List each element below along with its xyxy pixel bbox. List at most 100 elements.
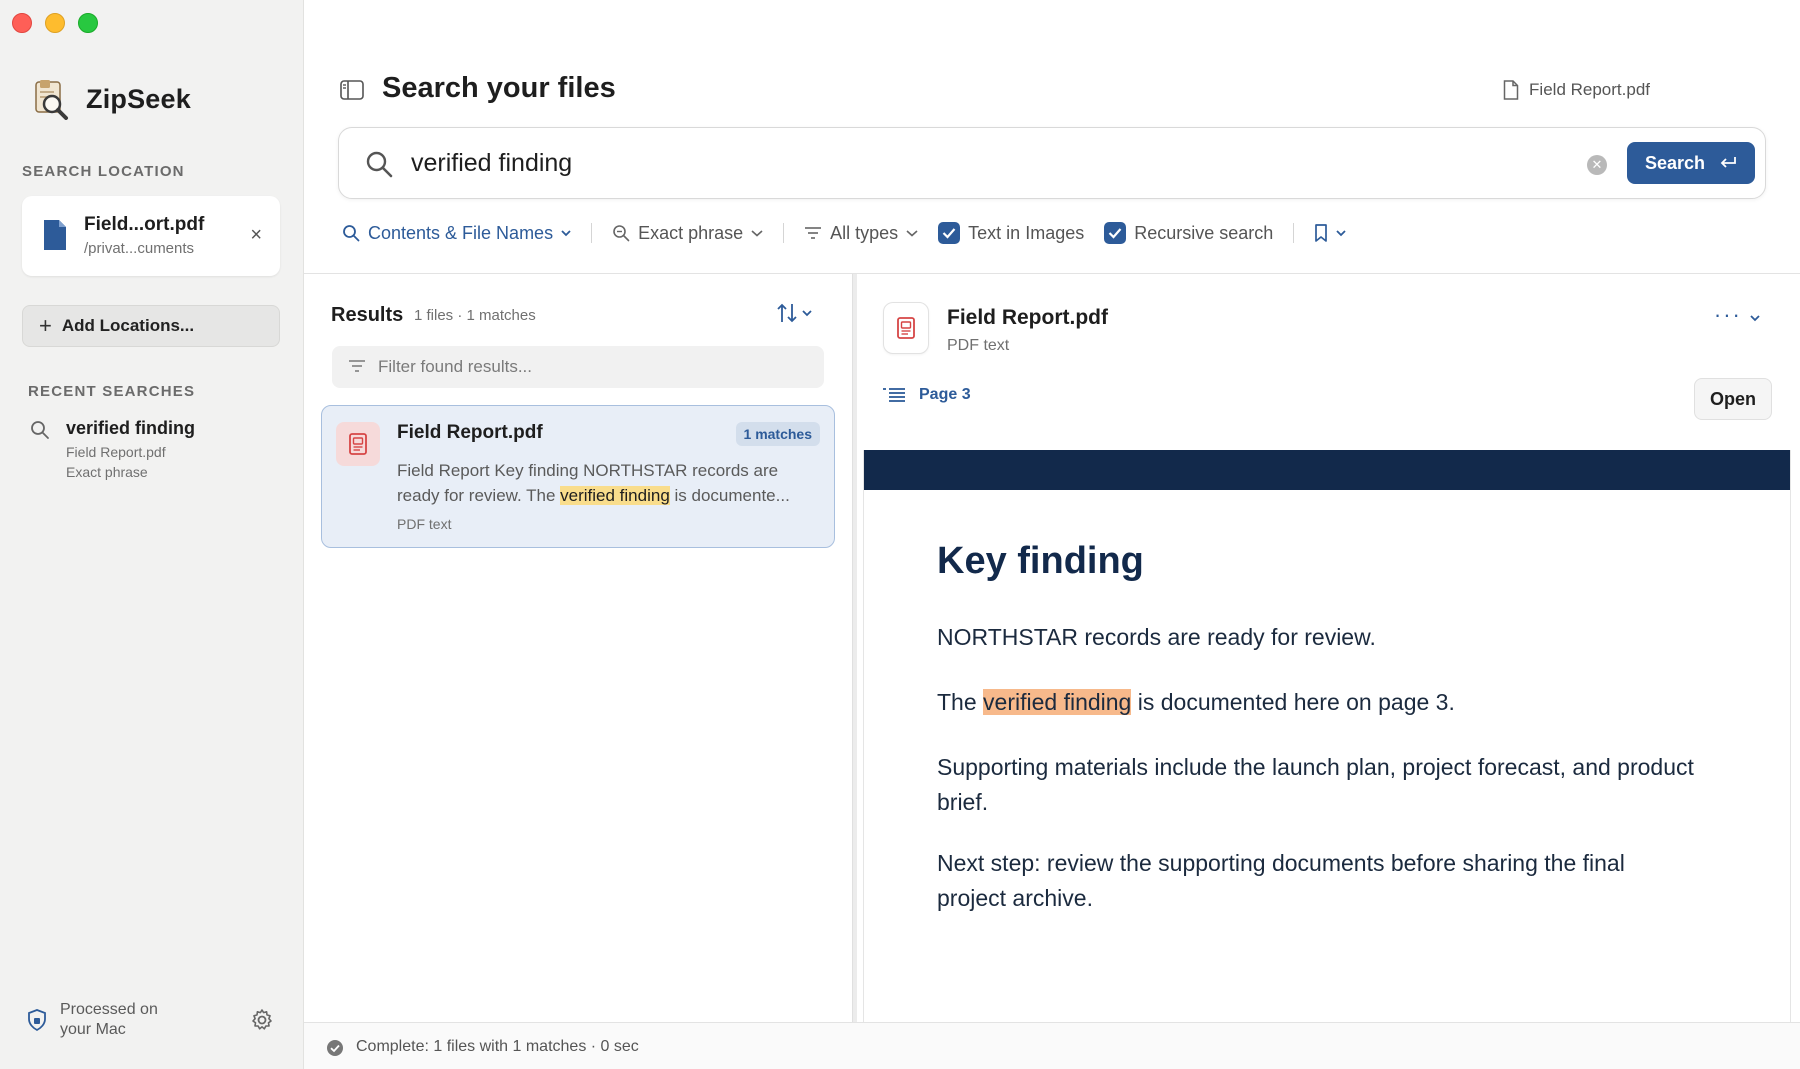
- plus-icon: +: [39, 313, 52, 338]
- sort-icon: [777, 303, 812, 323]
- sidebar-toggle-icon[interactable]: [340, 80, 364, 100]
- pdf-icon: [883, 302, 929, 354]
- file-icon: [1503, 80, 1519, 100]
- result-file-type: PDF text: [397, 516, 452, 532]
- app-name: ZipSeek: [86, 83, 191, 114]
- filter-lines-icon: [349, 360, 365, 372]
- results-count: 1 files · 1 matches: [414, 307, 536, 324]
- status-text: Complete: 1 files with 1 matches · 0 sec: [356, 1038, 639, 1055]
- status-bar: Complete: 1 files with 1 matches · 0 sec: [304, 1022, 1800, 1069]
- filter-bar: Contents & File Names Exact phrase All t…: [342, 218, 1346, 248]
- recent-searches-label: RECENT SEARCHES: [28, 383, 196, 400]
- match-highlight: verified finding: [560, 486, 670, 505]
- checkbox-checked-icon: [938, 222, 961, 244]
- filter-lines-icon: [805, 227, 822, 239]
- match-mode-dropdown[interactable]: Exact phrase: [612, 223, 763, 244]
- search-scope-label: Contents & File Names: [368, 222, 554, 243]
- text-in-images-checkbox[interactable]: Text in Images: [938, 222, 1084, 244]
- add-locations-label: Add Locations...: [61, 316, 195, 335]
- more-options-button[interactable]: ···: [1714, 302, 1760, 328]
- header-file-name: Field Report.pdf: [1529, 80, 1650, 99]
- gear-icon[interactable]: [250, 1008, 274, 1032]
- recent-search-file: Field Report.pdf: [66, 444, 166, 460]
- chevron-down-icon: [561, 230, 571, 237]
- page-label: Page 3: [919, 386, 971, 403]
- document-heading: Key finding: [937, 540, 1144, 582]
- saved-searches-dropdown[interactable]: [1314, 224, 1346, 242]
- clear-search-button[interactable]: ✕: [1587, 155, 1607, 175]
- document-paragraph: The verified finding is documented here …: [937, 689, 1455, 715]
- search-icon: [366, 151, 393, 178]
- divider: [591, 223, 593, 243]
- remove-location-button[interactable]: ×: [250, 224, 262, 247]
- file-types-label: All types: [830, 222, 899, 243]
- sort-button[interactable]: [776, 302, 816, 329]
- result-snippet: Field Report Key finding NORTHSTAR recor…: [397, 461, 790, 505]
- result-item[interactable]: Field Report.pdf 1 matches Field Report …: [321, 405, 835, 548]
- document-header-band: [864, 450, 1790, 490]
- pdf-icon: [336, 422, 380, 466]
- match-mode-label: Exact phrase: [638, 222, 744, 243]
- header-current-file[interactable]: Field Report.pdf: [1503, 80, 1650, 100]
- page-title: Search your files: [382, 72, 616, 104]
- zoom-window-button[interactable]: [78, 13, 98, 33]
- document-preview: Key finding NORTHSTAR records are ready …: [863, 450, 1791, 1022]
- search-input[interactable]: [411, 144, 1611, 182]
- app-logo-icon: [35, 80, 68, 120]
- filter-results-field: [332, 346, 824, 388]
- preview-pane: Field Report.pdf PDF text ··· Page 3 Ope…: [857, 274, 1800, 1022]
- location-path: /privat...cuments: [84, 240, 195, 257]
- search-location-card[interactable]: Field...ort.pdf /privat...cuments ×: [22, 196, 280, 276]
- search-button-label: Search: [1644, 152, 1706, 173]
- close-window-button[interactable]: [12, 13, 32, 33]
- result-file-name: Field Report.pdf: [397, 422, 543, 443]
- match-count-badge: 1 matches: [735, 422, 820, 446]
- chevron-down-icon: [1750, 315, 1760, 322]
- document-icon: [44, 220, 66, 250]
- recent-search-query: verified finding: [66, 418, 196, 438]
- search-location-label: SEARCH LOCATION: [22, 163, 185, 180]
- privacy-text: Processed on your Mac: [60, 1001, 158, 1038]
- chevron-down-icon: [1336, 230, 1346, 237]
- divider: [783, 223, 785, 243]
- main-area: Search your files Field Report.pdf ✕ Sea…: [304, 0, 1800, 1069]
- match-highlight: verified finding: [983, 689, 1132, 715]
- page-navigator[interactable]: Page 3: [883, 386, 971, 404]
- window-controls: [12, 13, 98, 33]
- chevron-down-icon: [906, 230, 918, 237]
- text-in-images-label: Text in Images: [968, 222, 1085, 243]
- file-types-dropdown[interactable]: All types: [804, 223, 918, 244]
- shield-icon: [28, 1009, 46, 1031]
- recursive-search-checkbox[interactable]: Recursive search: [1104, 222, 1273, 244]
- text-search-icon: [613, 225, 630, 242]
- search-box: ✕ Search: [338, 127, 1766, 199]
- app-window: ZipSeek SEARCH LOCATION Field...ort.pdf …: [0, 0, 1800, 1069]
- document-paragraph: Next step: review the supporting documen…: [937, 850, 1625, 911]
- search-icon: [31, 421, 49, 439]
- preview-file-name: Field Report.pdf: [947, 306, 1108, 329]
- minimize-window-button[interactable]: [45, 13, 65, 33]
- bookmark-icon: [1315, 224, 1328, 242]
- return-key-icon: [1720, 157, 1736, 168]
- add-locations-button[interactable]: + Add Locations...: [22, 305, 280, 347]
- checkmark-circle-icon: [327, 1040, 343, 1056]
- results-pane: Results 1 files · 1 matches Filter found…: [304, 274, 852, 1022]
- search-button[interactable]: Search: [1627, 142, 1755, 184]
- results-title: Results: [331, 304, 404, 326]
- filter-results-input[interactable]: [378, 355, 798, 379]
- location-name: Field...ort.pdf: [84, 214, 205, 235]
- preview-file-type: PDF text: [947, 337, 1010, 354]
- checkbox-checked-icon: [1104, 222, 1127, 244]
- open-button[interactable]: Open: [1694, 378, 1772, 420]
- recursive-search-label: Recursive search: [1134, 222, 1274, 243]
- more-icon: ···: [1713, 302, 1742, 327]
- search-scope-dropdown[interactable]: Contents & File Names: [342, 223, 571, 244]
- brand: ZipSeek: [30, 78, 191, 120]
- sidebar: ZipSeek SEARCH LOCATION Field...ort.pdf …: [0, 0, 304, 1069]
- document-paragraph: NORTHSTAR records are ready for review.: [937, 624, 1376, 650]
- document-paragraph: Supporting materials include the launch …: [937, 754, 1694, 815]
- list-icon: [883, 388, 905, 402]
- search-icon: [343, 225, 360, 242]
- divider: [1293, 223, 1295, 243]
- privacy-note: Processed on your Mac: [28, 1000, 180, 1040]
